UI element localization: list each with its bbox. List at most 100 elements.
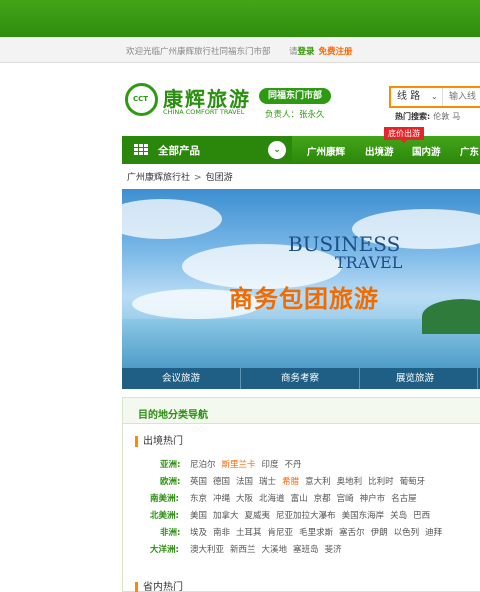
hot-search-term[interactable]: 伦敦: [433, 112, 449, 121]
places-north-america: 美国 加拿大 夏威夷 尼亚加拉大瀑布 美国东海岸 关岛 巴西: [190, 509, 436, 521]
nav-item-domestic[interactable]: 国内游: [412, 144, 441, 158]
destination-link[interactable]: 巴西: [413, 511, 430, 521]
region-north-america: 北美洲:: [150, 511, 179, 521]
nav-item-outbound[interactable]: 出境游: [365, 144, 394, 158]
banner-title-en-2: TRAVEL: [335, 253, 403, 272]
region-africa: 非洲:: [160, 528, 181, 538]
welcome-bar: 欢迎光临广州康辉旅行社同福东门市部 请登录 免费注册: [0, 37, 480, 63]
destination-link[interactable]: 葡萄牙: [400, 477, 426, 487]
destination-link[interactable]: 南非: [213, 528, 230, 538]
places-south-america: 东京 冲绳 大阪 北海道 富山 京都 宫崎 神户市 名古屋: [190, 492, 423, 504]
banner-title: 商务包团旅游: [229, 285, 379, 313]
search-box: 线 路 ⌄: [389, 86, 480, 108]
destination-link[interactable]: 富山: [291, 494, 308, 504]
hot-deal-badge: 底价出游: [384, 127, 424, 143]
breadcrumb: 广州康辉旅行社 > 包团游: [127, 170, 233, 183]
destination-link[interactable]: 塞班岛: [293, 545, 319, 555]
destination-link[interactable]: 毛里求斯: [299, 528, 333, 538]
destination-link[interactable]: 法国: [236, 477, 253, 487]
destination-link[interactable]: 比利时: [368, 477, 394, 487]
destination-link[interactable]: 大溪地: [262, 545, 288, 555]
search-input[interactable]: [449, 88, 480, 106]
destination-link[interactable]: 不丹: [285, 460, 302, 470]
destination-link[interactable]: 塞舌尔: [339, 528, 365, 538]
breadcrumb-home[interactable]: 广州康辉旅行社: [127, 173, 190, 183]
tab-exhibition-travel[interactable]: 展览旅游: [360, 368, 470, 389]
destination-link[interactable]: 斐济: [325, 545, 342, 555]
destination-link[interactable]: 宫崎: [337, 494, 354, 504]
destination-link[interactable]: 迪拜: [425, 528, 442, 538]
destination-link[interactable]: 夏威夷: [245, 511, 271, 521]
destination-link[interactable]: 新西兰: [230, 545, 256, 555]
site-header: CCT 康辉旅游 CHINA COMFORT TRAVEL 同福东门市部 负责人…: [0, 64, 480, 136]
main-nav: 全部产品 ⌄ 广州康辉 出境游 国内游 广东: [122, 136, 480, 164]
destination-link[interactable]: 希腊: [282, 477, 299, 487]
account-links: 请登录 免费注册: [289, 45, 353, 57]
destination-nav-header: 目的地分类导航: [123, 398, 480, 424]
chevron-down-icon[interactable]: ⌄: [268, 141, 286, 159]
chevron-right-icon: >: [194, 173, 202, 183]
search-category-label: 线 路: [397, 91, 421, 102]
destination-nav-title: 目的地分类导航: [138, 410, 208, 421]
destination-link[interactable]: 北海道: [259, 494, 285, 504]
destination-link[interactable]: 德国: [213, 477, 230, 487]
destination-link[interactable]: 伊朗: [371, 528, 388, 538]
region-asia: 亚洲:: [160, 460, 181, 470]
destination-link[interactable]: 美国东海岸: [342, 511, 385, 521]
destination-link[interactable]: 奥地利: [337, 477, 363, 487]
region-south-america: 南美洲:: [150, 494, 179, 504]
register-link[interactable]: 免费注册: [319, 47, 353, 57]
destination-link[interactable]: 东京: [190, 494, 207, 504]
all-products-menu[interactable]: 全部产品 ⌄: [122, 136, 292, 164]
domestic-hot-title: 省内热门: [135, 582, 183, 592]
region-oceania: 大洋洲:: [150, 545, 179, 555]
destination-link[interactable]: 加拿大: [213, 511, 239, 521]
destination-link[interactable]: 斯里兰卡: [222, 460, 256, 470]
nav-item-guangdong[interactable]: 广东: [460, 144, 479, 158]
hot-search: 热门搜索: 伦敦马: [395, 111, 460, 122]
tab-business-inspection[interactable]: 商务考察: [241, 368, 359, 389]
hot-search-label: 热门搜索:: [395, 112, 431, 121]
destination-link[interactable]: 以色列: [394, 528, 420, 538]
places-africa: 埃及 南非 土耳其 肯尼亚 毛里求斯 塞舌尔 伊朗 以色列 迪拜: [190, 526, 448, 538]
top-banner-bar: [0, 0, 480, 37]
search-category-select[interactable]: 线 路 ⌄: [391, 88, 443, 106]
destination-link[interactable]: 神户市: [360, 494, 386, 504]
destination-link[interactable]: 美国: [190, 511, 207, 521]
logo-text: CCT: [133, 95, 149, 103]
destination-link[interactable]: 冲绳: [213, 494, 230, 504]
destination-link[interactable]: 名古屋: [391, 494, 417, 504]
brand-name-english: CHINA COMFORT TRAVEL: [163, 108, 245, 116]
destination-link[interactable]: 瑞士: [259, 477, 276, 487]
destination-link[interactable]: 京都: [314, 494, 331, 504]
cct-logo-icon[interactable]: CCT: [125, 83, 158, 116]
destination-link[interactable]: 大阪: [236, 494, 253, 504]
tab-meeting-travel[interactable]: 会议旅游: [122, 368, 240, 389]
login-link[interactable]: 登录: [298, 47, 315, 57]
places-oceania: 澳大利亚 新西兰 大溪地 塞班岛 斐济: [190, 543, 348, 555]
nav-item-kanghui[interactable]: 广州康辉: [307, 144, 345, 158]
welcome-text: 欢迎光临广州康辉旅行社同福东门市部: [126, 47, 271, 57]
places-asia: 尼泊尔 斯里兰卡 印度 不丹: [190, 458, 308, 470]
region-europe: 欧洲:: [160, 477, 181, 487]
places-europe: 英国 德国 法国 瑞士 希腊 意大利 奥地利 比利时 葡萄牙: [190, 475, 431, 487]
all-products-label: 全部产品: [158, 145, 200, 157]
island-graphic: [422, 299, 480, 334]
outbound-hot-title: 出境热门: [135, 436, 183, 447]
destination-link[interactable]: 土耳其: [236, 528, 262, 538]
login-prompt: 请: [289, 47, 298, 57]
destination-link[interactable]: 印度: [262, 460, 279, 470]
breadcrumb-current: 包团游: [205, 173, 233, 183]
destination-link[interactable]: 关岛: [390, 511, 407, 521]
hot-search-term[interactable]: 马: [452, 112, 460, 121]
destination-link[interactable]: 澳大利亚: [190, 545, 224, 555]
business-travel-banner[interactable]: BUSINESS TRAVEL 商务包团旅游: [122, 189, 480, 368]
destination-link[interactable]: 尼泊尔: [190, 460, 216, 470]
destination-link[interactable]: 意大利: [305, 477, 331, 487]
destination-link[interactable]: 肯尼亚: [268, 528, 294, 538]
destination-link[interactable]: 埃及: [190, 528, 207, 538]
destination-link[interactable]: 尼亚加拉大瀑布: [276, 511, 336, 521]
grid-menu-icon: [134, 144, 148, 156]
manager-info: 负责人：张永久: [265, 110, 325, 120]
destination-link[interactable]: 英国: [190, 477, 207, 487]
